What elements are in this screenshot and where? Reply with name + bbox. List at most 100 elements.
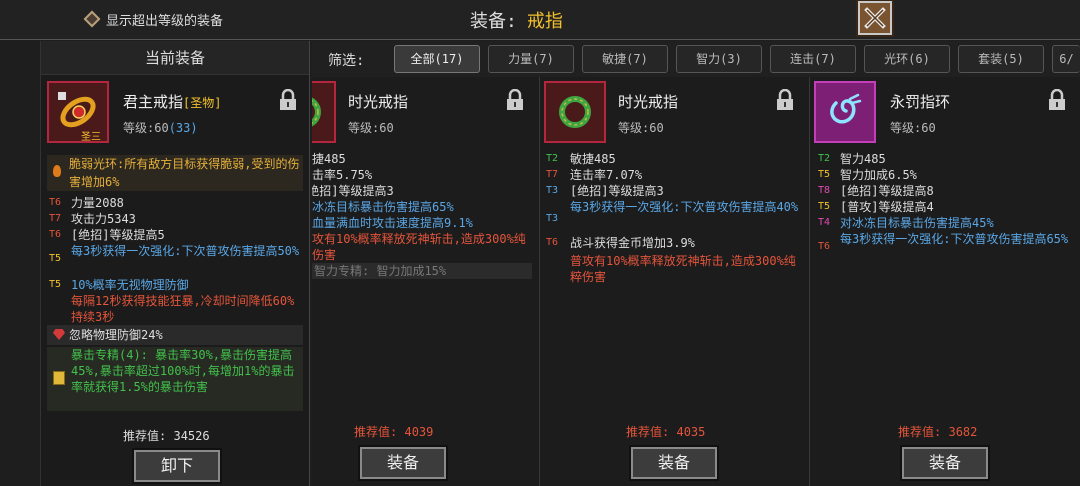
stat-line: [普攻]等级提高4 bbox=[840, 200, 934, 214]
stat-line: 敏捷485 bbox=[570, 152, 616, 166]
show-over-level-label: 显示超出等级的装备 bbox=[106, 13, 224, 29]
tier-badge: T8 bbox=[818, 185, 831, 196]
tier-badge: T5 bbox=[818, 201, 831, 212]
recommend-label: 推荐值: bbox=[626, 425, 670, 439]
tier-badge: T2 bbox=[546, 153, 559, 164]
set-bonus-text: 暴击专精(4): 暴击率30%,暴击伤害提高45%,暴击率超过100%时,每增加… bbox=[71, 348, 295, 394]
tier-badge: T6 bbox=[49, 197, 62, 208]
current-item-level: 等级:60(33) bbox=[123, 119, 198, 136]
stat-line: 攻击力5343 bbox=[71, 212, 136, 226]
current-item-name: 君主戒指[圣物] bbox=[123, 91, 221, 112]
recommend-score: 推荐值: 34526 bbox=[123, 427, 210, 444]
stat-line: 每3秒获得一次强化:下次普攻伤害提高40% bbox=[570, 200, 799, 214]
item-1-name: 时光戒指 bbox=[348, 93, 409, 111]
tab-all[interactable]: 全部(17) bbox=[394, 45, 480, 73]
close-button[interactable] bbox=[856, 0, 894, 37]
recommend-value: 4039 bbox=[404, 425, 434, 439]
item-3-name: 永罚指环 bbox=[890, 93, 951, 111]
stat-line: [绝招]等级提高3 bbox=[312, 184, 394, 198]
tier-badge: T6 bbox=[49, 229, 62, 240]
equip-button[interactable]: 装备 bbox=[629, 445, 719, 481]
item-card-2[interactable]: 时光戒指 等级:60 T2 敏捷485 T7 连击率7.07% T3 [绝招]等… bbox=[540, 77, 810, 486]
unequip-button[interactable]: 卸下 bbox=[132, 448, 222, 484]
current-equipment-panel: 当前装备 圣三 君主戒指[圣物] 等级:60(33) 脆弱光环:所有敌方目标获得… bbox=[40, 41, 310, 486]
tier-badge: T7 bbox=[49, 213, 62, 224]
tab-overflow[interactable]: 6/ bbox=[1052, 45, 1080, 73]
stat-line: 对冰冻目标暴击伤害提高45% bbox=[840, 216, 994, 230]
title-slot: 戒指 bbox=[526, 11, 563, 32]
stat-line: 智力加成6.5% bbox=[840, 168, 917, 182]
tier-badge: T6 bbox=[546, 237, 559, 248]
recommend-score: 推荐值: 4035 bbox=[626, 423, 705, 440]
lock-icon[interactable] bbox=[1048, 89, 1066, 111]
relic-tag: [圣物] bbox=[183, 96, 222, 110]
current-equipment-header: 当前装备 bbox=[41, 41, 309, 75]
lock-icon[interactable] bbox=[279, 89, 297, 111]
set-bonus-block: 暴击专精(4): 暴击率30%,暴击伤害提高45%,暴击率超过100%时,每增加… bbox=[47, 347, 303, 411]
item-2-slot[interactable] bbox=[544, 81, 606, 143]
current-level-text: 等级:60 bbox=[123, 121, 169, 135]
item-card-3[interactable]: 永罚指环 等级:60 T2 智力485 T5 智力加成6.5% T8 [绝招]等… bbox=[810, 77, 1080, 486]
item-1-level: 等级:60 bbox=[348, 121, 394, 135]
tier-badge: T2 bbox=[818, 153, 831, 164]
filter-label: 筛选: bbox=[328, 53, 365, 69]
lock-icon[interactable] bbox=[776, 89, 794, 111]
item-2-level: 等级:60 bbox=[618, 121, 664, 135]
show-over-level-toggle[interactable]: 显示超出等级的装备 bbox=[83, 9, 224, 29]
ruby-gem-icon bbox=[53, 329, 65, 340]
diamond-checkbox-icon[interactable] bbox=[83, 10, 101, 28]
equip-button[interactable]: 装备 bbox=[900, 445, 990, 481]
red-effect-line: 每隔12秒获得技能狂暴,冷却时间降低60%持续3秒 bbox=[71, 294, 295, 324]
stat-line: 每3秒获得一次强化:下次普攻伤害提高50% bbox=[71, 244, 300, 258]
stat-line: 10%概率无视物理防御 bbox=[71, 278, 189, 292]
tier-badge: T5 bbox=[818, 169, 831, 180]
tab-combo[interactable]: 连击(7) bbox=[770, 45, 856, 73]
recommend-label: 推荐值: bbox=[123, 429, 167, 443]
aura-description: 脆弱光环:所有敌方目标获得脆弱,受到的伤害增加6% bbox=[47, 155, 303, 191]
lock-small-icon bbox=[58, 92, 66, 100]
time-ring-icon bbox=[312, 97, 321, 127]
recommend-score: 推荐值: 4039 bbox=[354, 423, 433, 440]
tier-badge: T6 bbox=[818, 241, 831, 252]
stat-line: 敏捷485 bbox=[312, 152, 346, 166]
item-3-level: 等级:60 bbox=[890, 121, 936, 135]
time-ring-icon bbox=[559, 96, 591, 128]
stat-line: [绝招]等级提高5 bbox=[71, 228, 165, 242]
stat-line: [绝招]等级提高8 bbox=[840, 184, 934, 198]
red-effect-line: 普攻有10%概率释放死神斩击,造成300%纯粹伤害 bbox=[312, 232, 526, 262]
stat-line: 连击率5.75% bbox=[312, 168, 373, 182]
tab-strength[interactable]: 力量(7) bbox=[488, 45, 574, 73]
item-2-name: 时光戒指 bbox=[618, 93, 679, 111]
tier-badge: T5 bbox=[49, 253, 62, 264]
red-effect-line: 普攻有10%概率释放死神斩击,造成300%纯粹伤害 bbox=[570, 254, 796, 284]
tier-badge: T4 bbox=[818, 217, 831, 228]
tier-badge: T5 bbox=[49, 279, 62, 290]
stat-line: 智力485 bbox=[840, 152, 886, 166]
equip-button[interactable]: 装备 bbox=[358, 445, 448, 481]
current-item-name-text: 君主戒指 bbox=[123, 93, 184, 111]
item-card-1[interactable]: 时光戒指 等级:60 敏捷485 连击率5.75% [绝招]等级提高3 对冰冻目… bbox=[312, 77, 540, 486]
stat-line: [绝招]等级提高3 bbox=[570, 184, 664, 198]
aura-text: 脆弱光环:所有敌方目标获得脆弱,受到的伤害增加6% bbox=[69, 157, 300, 189]
tier-badge: T3 bbox=[546, 213, 559, 224]
tab-set[interactable]: 套装(5) bbox=[958, 45, 1044, 73]
tab-intelligence[interactable]: 智力(3) bbox=[676, 45, 762, 73]
recommend-score: 推荐值: 3682 bbox=[898, 423, 977, 440]
stat-line: 每3秒获得一次强化:下次普攻伤害提高65% bbox=[840, 232, 1069, 246]
tab-agility[interactable]: 敏捷(7) bbox=[582, 45, 668, 73]
close-x-icon bbox=[864, 7, 886, 29]
tab-aura[interactable]: 光环(6) bbox=[864, 45, 950, 73]
stat-line: 对血量满血时攻击速度提高9.1% bbox=[312, 216, 473, 230]
tier-badge: T3 bbox=[546, 185, 559, 196]
ignore-defense-text: 忽略物理防御24% bbox=[69, 328, 163, 342]
set-book-icon bbox=[53, 371, 65, 385]
lock-icon[interactable] bbox=[506, 89, 524, 111]
punishment-ring-icon bbox=[830, 93, 862, 124]
current-level-extra: (33) bbox=[168, 121, 198, 135]
flame-icon bbox=[53, 165, 61, 177]
item-1-slot[interactable] bbox=[312, 81, 336, 143]
filter-bar: 筛选: 全部(17) 力量(7) 敏捷(7) 智力(3) 连击(7) 光环(6)… bbox=[312, 41, 1080, 77]
title-label: 装备: bbox=[470, 11, 517, 32]
item-3-slot[interactable] bbox=[814, 81, 876, 143]
page-title: 装备: 戒指 bbox=[470, 7, 563, 33]
